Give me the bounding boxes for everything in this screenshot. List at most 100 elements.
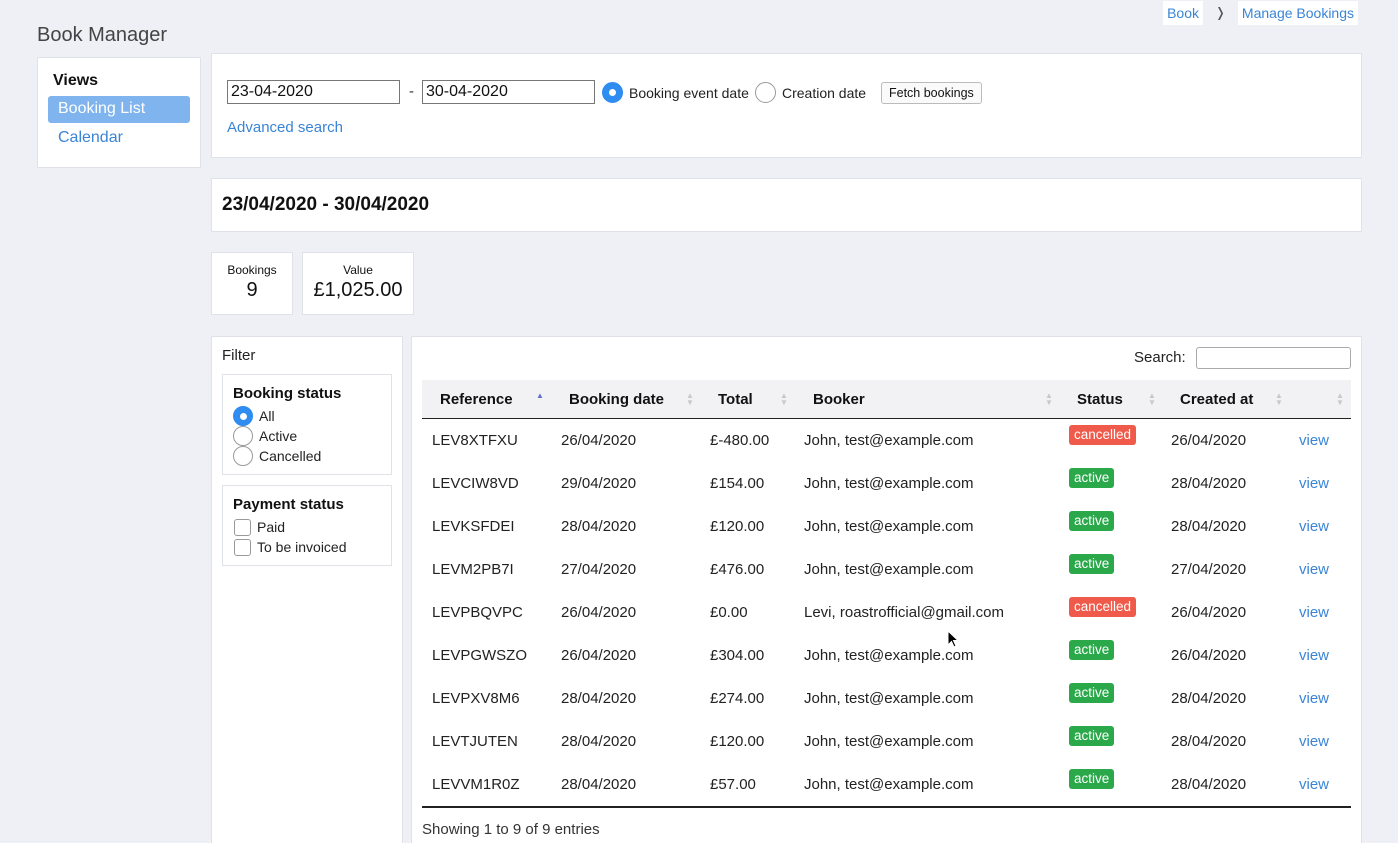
cell-booking-date: 26/04/2020 — [561, 647, 637, 664]
breadcrumb-book-link[interactable]: Book — [1163, 1, 1204, 25]
table-row: LEVCIW8VD 29/04/2020 £154.00 John, test@… — [422, 462, 1351, 505]
table-row: LEVPXV8M6 28/04/2020 £274.00 John, test@… — [422, 677, 1351, 720]
cell-total: £274.00 — [710, 690, 765, 707]
column-header-booking-date[interactable]: Booking date — [569, 380, 664, 419]
sort-icon[interactable]: ▲ ▼ — [780, 392, 788, 407]
view-link[interactable]: view — [1299, 604, 1329, 621]
payment-status-paid-option[interactable]: Paid — [233, 517, 381, 537]
filter-panel: Filter Booking status All Active Cancell… — [211, 336, 403, 843]
view-link[interactable]: view — [1299, 561, 1329, 578]
sort-icon[interactable]: ▲ ▼ — [686, 392, 694, 407]
view-link[interactable]: view — [1299, 690, 1329, 707]
status-badge: active — [1069, 683, 1115, 703]
booking-status-all-radio[interactable] — [233, 406, 253, 426]
view-item-booking-list[interactable]: Booking List — [48, 96, 190, 123]
cell-booking-date: 26/04/2020 — [561, 604, 637, 621]
view-link[interactable]: view — [1299, 733, 1329, 750]
payment-status-filter: Payment status Paid To be invoiced — [222, 485, 392, 566]
column-header-created-at[interactable]: Created at — [1180, 380, 1253, 419]
table-search-input[interactable] — [1196, 347, 1351, 369]
payment-status-invoiced-label: To be invoiced — [257, 539, 347, 555]
cell-created-at: 28/04/2020 — [1171, 776, 1247, 793]
to-date-input[interactable] — [422, 80, 595, 104]
cell-booking-date: 27/04/2020 — [561, 561, 637, 578]
column-header-reference[interactable]: Reference — [440, 380, 513, 419]
column-header-booker[interactable]: Booker — [813, 380, 865, 419]
booking-event-date-option[interactable]: Booking event date — [602, 82, 749, 103]
cell-booker: John, test@example.com — [804, 690, 974, 707]
creation-date-radio[interactable] — [755, 82, 776, 103]
view-link[interactable]: view — [1299, 518, 1329, 535]
cell-reference: LEVPGWSZO — [432, 647, 528, 664]
sort-icon[interactable]: ▲ ▼ — [1045, 392, 1053, 407]
cell-booking-date: 26/04/2020 — [561, 432, 637, 449]
bookings-value-label: Value — [343, 263, 373, 277]
payment-status-invoiced-option[interactable]: To be invoiced — [233, 537, 381, 557]
mouse-cursor-icon — [947, 630, 959, 648]
booking-status-cancelled-radio[interactable] — [233, 446, 253, 466]
table-header: Reference ▲ Booking date ▲ ▼ Total ▲ ▼ Boo… — [422, 380, 1351, 419]
table-info-text: Showing 1 to 9 of 9 entries — [422, 821, 600, 838]
cell-reference: LEV8XTFXU — [432, 432, 518, 449]
from-date-input[interactable] — [227, 80, 400, 104]
view-link[interactable]: view — [1299, 776, 1329, 793]
bookings-count-value: 9 — [246, 279, 258, 301]
bookings-value-amount: £1,025.00 — [313, 279, 403, 301]
payment-status-paid-checkbox[interactable] — [234, 518, 251, 536]
sort-icon[interactable]: ▲ ▼ — [1148, 392, 1156, 407]
sort-asc-icon[interactable]: ▲ — [536, 392, 544, 400]
status-badge: active — [1069, 640, 1115, 660]
cell-created-at: 28/04/2020 — [1171, 733, 1247, 750]
fetch-bookings-button[interactable]: Fetch bookings — [881, 82, 982, 104]
cell-total: £304.00 — [710, 647, 765, 664]
view-link[interactable]: view — [1299, 647, 1329, 664]
view-link[interactable]: view — [1299, 475, 1329, 492]
cell-reference: LEVPXV8M6 — [432, 690, 520, 707]
booking-status-active-option[interactable]: Active — [233, 426, 381, 446]
payment-status-title: Payment status — [233, 496, 344, 513]
booking-status-cancelled-option[interactable]: Cancelled — [233, 446, 381, 466]
booking-status-title: Booking status — [233, 385, 342, 402]
cell-reference: LEVVM1R0Z — [432, 776, 520, 793]
booking-status-all-option[interactable]: All — [233, 406, 381, 426]
cell-booking-date: 29/04/2020 — [561, 475, 637, 492]
cell-total: £154.00 — [710, 475, 765, 492]
table-row: LEVPGWSZO 26/04/2020 £304.00 John, test@… — [422, 634, 1351, 677]
cell-reference: LEVCIW8VD — [432, 475, 519, 492]
table-row: LEV8XTFXU 26/04/2020 £-480.00 John, test… — [422, 419, 1351, 462]
payment-status-invoiced-checkbox[interactable] — [234, 538, 251, 556]
table-footer-divider — [422, 806, 1351, 808]
booking-status-active-radio[interactable] — [233, 426, 253, 446]
booking-status-active-label: Active — [259, 428, 298, 444]
table-row: LEVTJUTEN 28/04/2020 £120.00 John, test@… — [422, 720, 1351, 763]
status-badge: active — [1069, 468, 1115, 488]
column-header-total[interactable]: Total — [718, 380, 753, 419]
creation-date-label: Creation date — [782, 84, 867, 101]
view-link[interactable]: view — [1299, 432, 1329, 449]
sort-icon[interactable]: ▲ ▼ — [1336, 392, 1344, 407]
view-item-calendar[interactable]: Calendar — [48, 125, 190, 152]
advanced-search-link[interactable]: Advanced search — [227, 119, 343, 136]
table-body: LEV8XTFXU 26/04/2020 £-480.00 John, test… — [422, 419, 1351, 806]
cell-booker: John, test@example.com — [804, 518, 974, 535]
status-badge: active — [1069, 726, 1115, 746]
bookings-value-card: Value £1,025.00 — [302, 252, 414, 315]
column-header-status[interactable]: Status — [1077, 380, 1123, 419]
booking-event-date-radio[interactable] — [602, 82, 623, 103]
cell-booker: John, test@example.com — [804, 561, 974, 578]
cell-booking-date: 28/04/2020 — [561, 518, 637, 535]
status-badge: active — [1069, 554, 1115, 574]
status-badge: cancelled — [1069, 597, 1137, 617]
cell-total: £476.00 — [710, 561, 765, 578]
cell-created-at: 26/04/2020 — [1171, 647, 1247, 664]
table-row: LEVPBQVPC 26/04/2020 £0.00 Levi, roastro… — [422, 591, 1351, 634]
booking-status-all-label: All — [259, 408, 275, 424]
creation-date-option[interactable]: Creation date — [755, 82, 866, 103]
breadcrumb-manage-bookings-link[interactable]: Manage Bookings — [1237, 1, 1358, 25]
cell-created-at: 28/04/2020 — [1171, 518, 1247, 535]
table-search-label: Search: — [1134, 349, 1186, 366]
sort-icon[interactable]: ▲ ▼ — [1275, 392, 1283, 407]
cell-reference: LEVKSFDEI — [432, 518, 515, 535]
cell-created-at: 26/04/2020 — [1171, 604, 1247, 621]
cell-total: £120.00 — [710, 518, 765, 535]
